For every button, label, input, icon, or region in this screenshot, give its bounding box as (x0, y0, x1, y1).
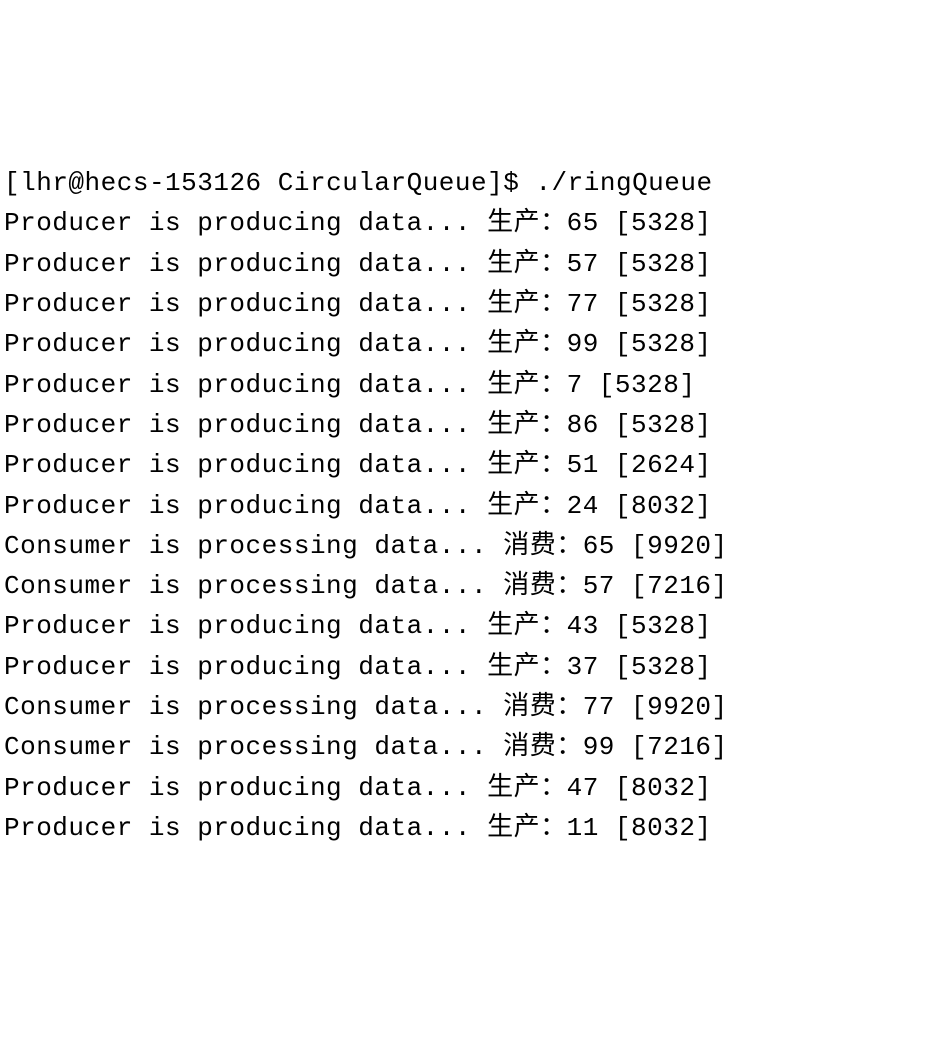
prompt-directory: CircularQueue (278, 168, 487, 198)
line-label: 生产： (487, 370, 567, 400)
line-pid: [5328] (599, 208, 712, 238)
output-line: Consumer is processing data... 消费：99 [72… (4, 727, 945, 767)
line-prefix: Producer is producing data... (4, 370, 487, 400)
line-value: 57 (567, 249, 599, 279)
line-pid: [5328] (583, 370, 696, 400)
line-label: 生产： (487, 208, 567, 238)
line-value: 51 (567, 450, 599, 480)
line-prefix: Consumer is processing data... (4, 732, 503, 762)
line-value: 47 (567, 773, 599, 803)
output-line: Producer is producing data... 生产：86 [532… (4, 405, 945, 445)
line-value: 65 (583, 531, 615, 561)
output-line: Producer is producing data... 生产：77 [532… (4, 284, 945, 324)
line-pid: [9920] (615, 692, 728, 722)
line-label: 消费： (503, 732, 583, 762)
line-prefix: Producer is producing data... (4, 813, 487, 843)
output-line: Producer is producing data... 生产：47 [803… (4, 768, 945, 808)
line-pid: [5328] (599, 410, 712, 440)
line-label: 生产： (487, 773, 567, 803)
line-prefix: Producer is producing data... (4, 410, 487, 440)
line-prefix: Producer is producing data... (4, 611, 487, 641)
line-label: 消费： (503, 692, 583, 722)
output-line: Producer is producing data... 生产：99 [532… (4, 324, 945, 364)
line-label: 消费： (503, 571, 583, 601)
line-label: 生产： (487, 611, 567, 641)
line-value: 86 (567, 410, 599, 440)
line-label: 生产： (487, 652, 567, 682)
line-value: 7 (567, 370, 583, 400)
output-line: Producer is producing data... 生产：51 [262… (4, 445, 945, 485)
line-label: 生产： (487, 289, 567, 319)
line-pid: [5328] (599, 611, 712, 641)
output-line: Producer is producing data... 生产：43 [532… (4, 606, 945, 646)
output-line: Producer is producing data... 生产：37 [532… (4, 647, 945, 687)
line-pid: [7216] (615, 571, 728, 601)
line-prefix: Producer is producing data... (4, 208, 487, 238)
line-pid: [5328] (599, 289, 712, 319)
line-value: 24 (567, 491, 599, 521)
line-value: 57 (583, 571, 615, 601)
line-label: 消费： (503, 531, 583, 561)
line-label: 生产： (487, 813, 567, 843)
line-value: 37 (567, 652, 599, 682)
line-pid: [8032] (599, 813, 712, 843)
line-value: 99 (567, 329, 599, 359)
prompt-user: lhr (20, 168, 68, 198)
output-lines: Producer is producing data... 生产：65 [532… (4, 203, 945, 848)
output-line: Producer is producing data... 生产：11 [803… (4, 808, 945, 848)
line-prefix: Producer is producing data... (4, 289, 487, 319)
line-prefix: Producer is producing data... (4, 491, 487, 521)
line-pid: [7216] (615, 732, 728, 762)
line-pid: [9920] (615, 531, 728, 561)
line-label: 生产： (487, 249, 567, 279)
output-line: Producer is producing data... 生产：57 [532… (4, 244, 945, 284)
line-label: 生产： (487, 410, 567, 440)
line-value: 77 (567, 289, 599, 319)
line-pid: [8032] (599, 773, 712, 803)
line-prefix: Consumer is processing data... (4, 531, 503, 561)
output-line: Producer is producing data... 生产：7 [5328… (4, 365, 945, 405)
line-label: 生产： (487, 450, 567, 480)
line-prefix: Producer is producing data... (4, 773, 487, 803)
output-line: Producer is producing data... 生产：24 [803… (4, 486, 945, 526)
output-line: Consumer is processing data... 消费：77 [99… (4, 687, 945, 727)
line-value: 99 (583, 732, 615, 762)
output-line: Consumer is processing data... 消费：65 [99… (4, 526, 945, 566)
line-value: 77 (583, 692, 615, 722)
prompt-command: ./ringQueue (535, 168, 712, 198)
shell-prompt: [lhr@hecs-153126 CircularQueue]$ ./ringQ… (4, 163, 945, 203)
line-prefix: Producer is producing data... (4, 652, 487, 682)
line-pid: [2624] (599, 450, 712, 480)
terminal-output: [lhr@hecs-153126 CircularQueue]$ ./ringQ… (4, 163, 945, 848)
line-prefix: Producer is producing data... (4, 329, 487, 359)
line-prefix: Producer is producing data... (4, 450, 487, 480)
prompt-host: hecs-153126 (85, 168, 262, 198)
line-pid: [5328] (599, 329, 712, 359)
line-prefix: Consumer is processing data... (4, 692, 503, 722)
line-prefix: Producer is producing data... (4, 249, 487, 279)
line-value: 43 (567, 611, 599, 641)
line-pid: [8032] (599, 491, 712, 521)
line-value: 11 (567, 813, 599, 843)
line-label: 生产： (487, 329, 567, 359)
line-prefix: Consumer is processing data... (4, 571, 503, 601)
prompt-symbol: $ (503, 168, 519, 198)
output-line: Consumer is processing data... 消费：57 [72… (4, 566, 945, 606)
line-label: 生产： (487, 491, 567, 521)
line-pid: [5328] (599, 249, 712, 279)
line-value: 65 (567, 208, 599, 238)
output-line: Producer is producing data... 生产：65 [532… (4, 203, 945, 243)
line-pid: [5328] (599, 652, 712, 682)
